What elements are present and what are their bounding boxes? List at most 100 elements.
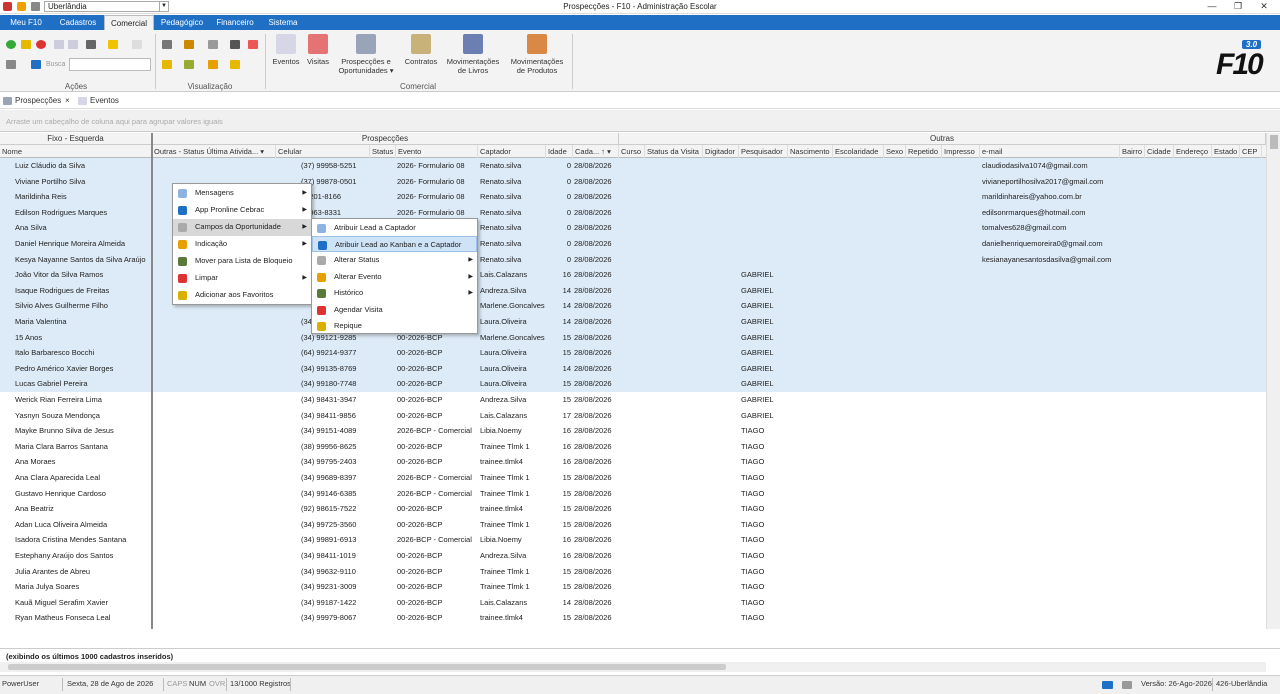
- table-row[interactable]: Maria Julya Soares (34) 99231-3009 00-2026…: [0, 579, 1266, 595]
- folder-icon[interactable]: [230, 60, 240, 69]
- table-row[interactable]: Mayke Brunno Silva de Jesus (34) 99151-40…: [0, 423, 1266, 439]
- col-cidade[interactable]: Cidade: [1145, 145, 1174, 158]
- sub-menu-item[interactable]: Histórico ▶: [312, 285, 477, 302]
- band-fixo[interactable]: Fixo - Esquerda: [0, 133, 152, 145]
- table-row[interactable]: Werick Rian Ferreira Lima (34) 98431-3947…: [0, 392, 1266, 408]
- sub-menu-item[interactable]: Agendar Visita: [312, 302, 477, 319]
- col-cadastro[interactable]: Cada... ↑ ▾: [573, 145, 619, 158]
- table-row[interactable]: Ana Moraes (34) 99795-2403 00-2026-BCP trai…: [0, 454, 1266, 470]
- context-menu-item[interactable]: Mensagens ▶: [173, 185, 311, 202]
- tab-cadastros[interactable]: Cadastros: [54, 15, 102, 30]
- table-row[interactable]: Luiz Cláudio da Silva (37) 99958-5251 2026…: [0, 158, 1266, 174]
- context-menu-item[interactable]: Adicionar aos Favoritos: [173, 287, 311, 304]
- filter-icon[interactable]: [184, 40, 194, 49]
- document-icon[interactable]: [1122, 681, 1132, 689]
- group-by-panel[interactable]: Arraste um cabeçalho de coluna aqui para…: [0, 110, 1280, 132]
- sub-menu-item[interactable]: Alterar Evento ▶: [312, 269, 477, 286]
- col-escolaridade[interactable]: Escolaridade: [833, 145, 884, 158]
- eventos-button[interactable]: Eventos: [270, 34, 302, 66]
- table-row[interactable]: Estephany Araújo dos Santos (34) 98411-10…: [0, 548, 1266, 564]
- band-outras[interactable]: Outras: [619, 133, 1266, 145]
- table-row[interactable]: Maria Valentina (34 Laura.Oliveira 14 28/08/…: [0, 314, 1266, 330]
- visitas-button[interactable]: Visitas: [304, 34, 332, 66]
- col-impresso[interactable]: Impresso: [942, 145, 980, 158]
- add-icon[interactable]: [6, 40, 16, 49]
- col-captador[interactable]: Captador: [478, 145, 546, 158]
- table-row[interactable]: Ryan Matheus Fonseca Leal (34) 99979-8067…: [0, 610, 1266, 626]
- delete-icon[interactable]: [36, 40, 46, 49]
- search-input[interactable]: [69, 58, 151, 71]
- table-row[interactable]: Pedro Américo Xavier Borges (34) 99135-87…: [0, 360, 1266, 377]
- sum-icon[interactable]: [31, 60, 41, 69]
- col-celular[interactable]: Celular: [276, 145, 370, 158]
- tab-pedagogico[interactable]: Pedagógico: [156, 15, 208, 30]
- print-icon[interactable]: [86, 40, 96, 49]
- save-layout-icon[interactable]: [208, 40, 218, 49]
- table-row[interactable]: Maria Clara Barros Santana (38) 99956-862…: [0, 439, 1266, 455]
- edit-icon[interactable]: [21, 40, 31, 49]
- tab-meu-f10[interactable]: Meu F10: [4, 15, 48, 30]
- grid-icon[interactable]: [162, 60, 172, 69]
- sub-menu-item[interactable]: Alterar Status ▶: [312, 252, 477, 269]
- pin-icon[interactable]: [208, 60, 218, 69]
- refresh-icon[interactable]: [248, 40, 258, 49]
- col-status-visita[interactable]: Status da Visita: [645, 145, 703, 158]
- columns-icon[interactable]: [184, 60, 194, 69]
- chart-icon[interactable]: [230, 40, 240, 49]
- table-row[interactable]: Ana Clara Aparecida Leal (34) 99689-8397 2…: [0, 470, 1266, 486]
- context-menu-item[interactable]: Indicação ▶: [173, 236, 311, 253]
- context-menu-item[interactable]: Mover para Lista de Bloqueio: [173, 253, 311, 270]
- table-row[interactable]: Lucas Gabriel Pereira (34) 99180-7748 00-2…: [0, 376, 1266, 392]
- col-email[interactable]: e-mail: [980, 145, 1120, 158]
- table-row[interactable]: Italo Barbaresco Bocchi (64) 99214-9377 00…: [0, 345, 1266, 361]
- context-menu-item[interactable]: Campos da Oportunidade ▶: [173, 219, 311, 236]
- col-nascimento[interactable]: Nascimento: [788, 145, 833, 158]
- table-row[interactable]: 15 Anos (34) 99121-9285 00-2026-BCP Marlene…: [0, 329, 1266, 346]
- contratos-button[interactable]: Contratos: [402, 34, 440, 66]
- favorite-icon[interactable]: [108, 40, 118, 49]
- horizontal-scrollbar[interactable]: [0, 662, 1266, 672]
- tab-sistema[interactable]: Sistema: [264, 15, 302, 30]
- col-repetido[interactable]: Repetido: [906, 145, 942, 158]
- paste-icon[interactable]: [68, 40, 78, 49]
- minimize-button[interactable]: —: [1200, 0, 1224, 13]
- mov-produtos-button[interactable]: Movimentações de Produtos: [508, 34, 566, 75]
- table-row[interactable]: Gustavo Henrique Cardoso (34) 99146-6385 2…: [0, 486, 1266, 502]
- col-endereco[interactable]: Endereço: [1174, 145, 1212, 158]
- table-row[interactable]: Isadora Cristina Mendes Santana (34) 9989…: [0, 532, 1266, 548]
- prospeccoes-button[interactable]: Prospecções e Oportunidades ▾: [336, 34, 396, 75]
- tab-financeiro[interactable]: Financeiro: [212, 15, 258, 30]
- table-row[interactable]: Adan Luca Oliveira Almeida (34) 99725-356…: [0, 517, 1266, 533]
- col-evento[interactable]: Evento: [396, 145, 478, 158]
- vertical-scrollbar[interactable]: [1266, 133, 1280, 629]
- scroll-thumb[interactable]: [8, 664, 726, 670]
- col-nome[interactable]: Nome: [0, 145, 152, 158]
- col-curso[interactable]: Curso: [619, 145, 645, 158]
- close-button[interactable]: ✕: [1252, 0, 1276, 13]
- band-prospeccoes[interactable]: Prospecções: [152, 133, 619, 145]
- table-row[interactable]: Ana Beatriz (92) 98615-7522 00-2026-BCP tra…: [0, 501, 1266, 517]
- doc-tab-prospeccoes[interactable]: Prospecções: [15, 96, 61, 105]
- col-estado[interactable]: Estado: [1212, 145, 1240, 158]
- col-idade[interactable]: Idade: [546, 145, 573, 158]
- close-tab-icon[interactable]: ×: [65, 96, 70, 105]
- doc-tab-eventos[interactable]: Eventos: [90, 96, 119, 105]
- col-cep[interactable]: CEP: [1240, 145, 1262, 158]
- table-row[interactable]: Yasnyn Souza Mendonça (34) 98411-9856 00-2…: [0, 408, 1266, 424]
- tab-comercial[interactable]: Comercial: [104, 15, 154, 30]
- table-row[interactable]: Kauã Miguel Serafim Xavier (34) 99187-142…: [0, 595, 1266, 611]
- sub-menu-item[interactable]: Atribuir Lead a Captador: [312, 220, 477, 237]
- scroll-thumb[interactable]: [1270, 135, 1278, 149]
- context-menu-item[interactable]: App Pronline Cebrac ▶: [173, 202, 311, 219]
- table-row[interactable]: Julia Arantes de Abreu (34) 99632-9110 00-…: [0, 564, 1266, 580]
- key-icon[interactable]: [6, 60, 16, 69]
- sub-menu-item[interactable]: Repique: [312, 318, 477, 335]
- tools-icon[interactable]: [132, 40, 142, 49]
- sort-icon[interactable]: [162, 40, 172, 49]
- sub-menu-item[interactable]: Atribuir Lead ao Kanban e a Captador: [312, 235, 477, 253]
- col-status[interactable]: Status: [370, 145, 396, 158]
- col-outras-status[interactable]: Outras - Status Última Ativida... ▾: [152, 145, 276, 158]
- cloud-icon[interactable]: [1102, 681, 1113, 689]
- maximize-button[interactable]: ❐: [1226, 0, 1250, 13]
- col-sexo[interactable]: Sexo: [884, 145, 906, 158]
